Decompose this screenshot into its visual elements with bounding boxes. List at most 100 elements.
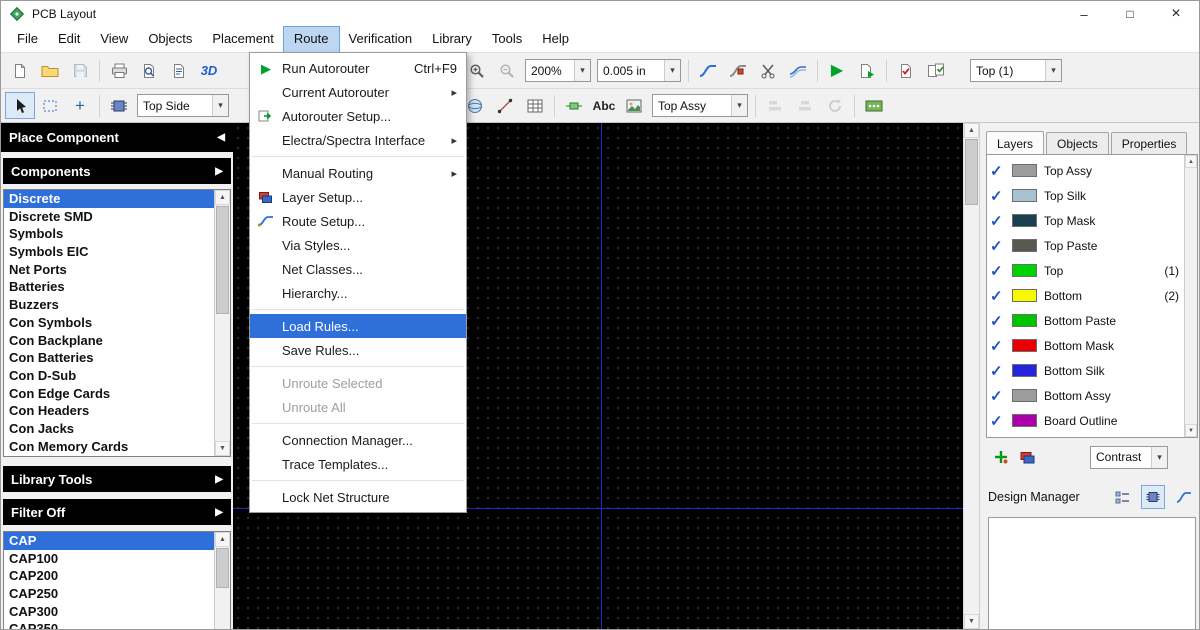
menu-item-autorouter-setup[interactable]: Autorouter Setup...	[250, 104, 466, 128]
list-item[interactable]: CAP100	[4, 550, 230, 568]
layer-visibility-check-icon[interactable]: ✓	[990, 387, 1012, 405]
list-item[interactable]: Buzzers	[4, 296, 230, 314]
menu-file[interactable]: File	[7, 27, 48, 52]
menu-item-electra-spectra-interface[interactable]: Electra/Spectra Interface ▸	[250, 128, 466, 152]
add-layer-button[interactable]	[988, 445, 1014, 469]
minimize-button[interactable]: –	[1061, 1, 1107, 27]
tab-layers[interactable]: Layers	[986, 131, 1044, 154]
groups-scrollbar[interactable]: ▲ ▼	[214, 190, 230, 456]
board-properties-button[interactable]	[859, 92, 889, 119]
list-item[interactable]: CAP350	[4, 620, 230, 629]
list-item[interactable]: Con Headers	[4, 402, 230, 420]
drc-button[interactable]	[891, 57, 921, 84]
design-manager-list[interactable]	[988, 517, 1196, 629]
dropdown-arrow-icon[interactable]: ▾	[731, 95, 747, 116]
menu-edit[interactable]: Edit	[48, 27, 90, 52]
list-item[interactable]: Con Memory Cards	[4, 438, 230, 456]
layer-color-swatch[interactable]	[1012, 389, 1037, 402]
filter-section-button[interactable]: Filter Off ▶	[3, 499, 231, 525]
maximize-button[interactable]: □	[1107, 1, 1153, 27]
pattern-editor-button[interactable]	[559, 92, 589, 119]
place-origin-button[interactable]: +	[65, 92, 95, 119]
edit-trace-button[interactable]	[723, 57, 753, 84]
print-preview-button[interactable]	[134, 57, 164, 84]
list-item[interactable]: Discrete	[4, 190, 230, 208]
layer-setup-button[interactable]	[1014, 445, 1040, 469]
layer-row[interactable]: ✓ Top (1)	[990, 258, 1183, 283]
layer-visibility-check-icon[interactable]: ✓	[990, 362, 1012, 380]
dropdown-arrow-icon[interactable]: ▾	[1151, 447, 1167, 468]
place-text-button[interactable]: Abc	[589, 92, 619, 119]
menu-item-save-rules[interactable]: Save Rules...	[250, 338, 466, 362]
list-item[interactable]: Symbols EIC	[4, 243, 230, 261]
list-item[interactable]: Batteries	[4, 278, 230, 296]
layer-color-swatch[interactable]	[1012, 189, 1037, 202]
layer-color-swatch[interactable]	[1012, 164, 1037, 177]
assy-layer-select[interactable]: Top Assy▾	[652, 94, 748, 117]
box-select-button[interactable]	[35, 92, 65, 119]
scroll-up-icon[interactable]: ▲	[215, 190, 230, 205]
page-setup-button[interactable]	[164, 57, 194, 84]
list-item[interactable]: CAP200	[4, 567, 230, 585]
new-file-button[interactable]	[5, 57, 35, 84]
layer-visibility-check-icon[interactable]: ✓	[990, 287, 1012, 305]
design-manager-components-button[interactable]	[1141, 485, 1165, 509]
layer-row[interactable]: ✓ Top Assy	[990, 158, 1183, 183]
layer-row[interactable]: ✓ Top Silk	[990, 183, 1183, 208]
layer-color-swatch[interactable]	[1012, 264, 1037, 277]
zoom-out-button[interactable]	[492, 57, 522, 84]
run-autorouter-button[interactable]: ▶	[822, 57, 852, 84]
menu-library[interactable]: Library	[422, 27, 482, 52]
list-item[interactable]: Net Ports	[4, 261, 230, 279]
layer-color-swatch[interactable]	[1012, 364, 1037, 377]
scroll-up-icon[interactable]: ▲	[1185, 155, 1197, 168]
dropdown-arrow-icon[interactable]: ▾	[212, 95, 228, 116]
layer-visibility-check-icon[interactable]: ✓	[990, 162, 1012, 180]
parts-scrollbar[interactable]: ▲	[214, 532, 230, 629]
select-tool-button[interactable]	[5, 92, 35, 119]
side-select[interactable]: Top Side▾	[137, 94, 229, 117]
menu-tools[interactable]: Tools	[482, 27, 532, 52]
table-view-button[interactable]	[520, 92, 550, 119]
menu-item-current-autorouter[interactable]: Current Autorouter ▸	[250, 80, 466, 104]
scroll-down-icon[interactable]: ▼	[964, 614, 979, 629]
list-item[interactable]: CAP	[4, 532, 230, 550]
menu-item-load-rules[interactable]: Load Rules...	[250, 314, 466, 338]
menu-verification[interactable]: Verification	[339, 27, 423, 52]
layer-row[interactable]: ✓ Bottom Silk	[990, 358, 1183, 383]
list-item[interactable]: Con Backplane	[4, 332, 230, 350]
scroll-thumb[interactable]	[216, 548, 229, 588]
current-layer-select[interactable]: Top (1)▾	[970, 59, 1062, 82]
layer-visibility-check-icon[interactable]: ✓	[990, 337, 1012, 355]
canvas-vertical-scrollbar[interactable]: ▲ ▼	[963, 123, 979, 629]
list-item[interactable]: Discrete SMD	[4, 208, 230, 226]
layer-visibility-check-icon[interactable]: ✓	[990, 262, 1012, 280]
menu-objects[interactable]: Objects	[138, 27, 202, 52]
scroll-thumb[interactable]	[216, 206, 229, 314]
dropdown-arrow-icon[interactable]: ▾	[1045, 60, 1061, 81]
dropdown-arrow-icon[interactable]: ▾	[574, 60, 590, 81]
dropdown-arrow-icon[interactable]: ▾	[664, 60, 680, 81]
layer-visibility-check-icon[interactable]: ✓	[990, 412, 1012, 430]
layer-color-swatch[interactable]	[1012, 339, 1037, 352]
components-section-button[interactable]: Components ▶	[3, 158, 231, 184]
layer-row[interactable]: ✓ Top Mask	[990, 208, 1183, 233]
layer-row[interactable]: ✓ Board Outline	[990, 408, 1183, 433]
align-center-button[interactable]	[790, 92, 820, 119]
close-button[interactable]: ×	[1153, 1, 1199, 27]
zoom-select[interactable]: 200%▾	[525, 59, 591, 82]
list-item[interactable]: Con Batteries	[4, 349, 230, 367]
contrast-select[interactable]: Contrast▾	[1090, 446, 1168, 469]
align-left-button[interactable]	[760, 92, 790, 119]
list-item[interactable]: CAP250	[4, 585, 230, 603]
menu-view[interactable]: View	[90, 27, 138, 52]
menu-item-layer-setup[interactable]: Layer Setup...	[250, 185, 466, 209]
library-tools-section-button[interactable]: Library Tools ▶	[3, 466, 231, 492]
menu-help[interactable]: Help	[532, 27, 579, 52]
place-component-button[interactable]	[104, 92, 134, 119]
place-image-button[interactable]	[619, 92, 649, 119]
layer-visibility-check-icon[interactable]: ✓	[990, 212, 1012, 230]
3d-preview-button[interactable]: 3D	[194, 57, 224, 84]
compare-netlist-button[interactable]	[921, 57, 951, 84]
scroll-up-icon[interactable]: ▲	[215, 532, 230, 547]
